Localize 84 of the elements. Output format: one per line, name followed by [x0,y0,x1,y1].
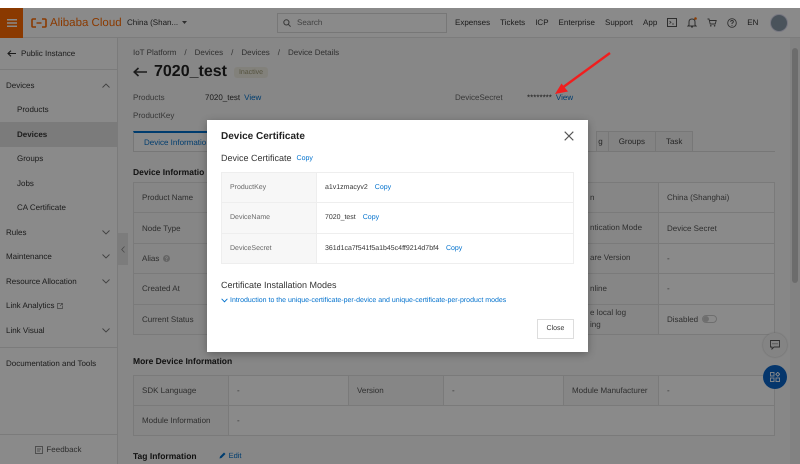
breadcrumb-separator: / [278,48,280,56]
tab[interactable]: Groups [608,131,656,151]
tab[interactable]: g [596,131,609,151]
nav-link[interactable]: Support [605,18,634,27]
table-cell: Device Secret [659,213,775,244]
menu-icon [6,18,16,26]
bell-icon[interactable] [687,17,698,28]
device-name: 7020_test [154,63,227,81]
feedback-button[interactable]: Feedback [35,445,82,454]
back-link[interactable]: Public Instance [0,38,117,70]
breadcrumb-link[interactable]: Devices [241,48,270,56]
breadcrumb-link[interactable]: Device Details [288,48,340,56]
cart-icon[interactable] [707,18,718,27]
search-field[interactable]: Search [277,12,447,32]
close-button[interactable] [564,131,574,141]
section-heading: Tag Information [133,450,197,461]
section-heading: Device Informatio [133,166,206,178]
breadcrumb-link[interactable]: Devices [194,48,224,56]
nav-item[interactable]: Link Analytics [6,301,64,310]
breadcrumb-separator: / [184,48,187,56]
tab[interactable]: Task [654,131,694,151]
table-cell: Module Information [134,406,229,436]
field-value: 7020_test [205,92,240,102]
dialog-title: Device Certificate [221,130,305,142]
nav-link[interactable]: Enterprise [558,18,595,27]
table-cell: China (Shanghai) [659,183,775,214]
chevron-down-icon [221,298,228,303]
field-label: DeviceSecret [455,92,504,102]
nav-subitem[interactable]: Devices [0,122,117,146]
nav-item[interactable]: Maintenance [0,244,117,269]
nav-item[interactable]: Documentation and Tools [0,352,117,376]
section-title: Device Certificate [221,153,292,163]
region-selector[interactable]: China (Shan... [125,18,188,27]
logo-icon [31,18,47,28]
view-link[interactable]: View [556,92,574,102]
external-link-icon [57,302,64,309]
breadcrumb-link[interactable]: IoT Platform [133,48,176,56]
nav-link[interactable]: Tickets [500,18,526,27]
nav-item[interactable]: Link Visual [0,318,117,342]
nav-item[interactable]: Rules [0,220,117,244]
help-icon[interactable] [727,18,738,28]
field-label: Products [133,92,166,102]
cell-label: Alias [142,254,160,263]
collapse-handle[interactable] [118,233,128,265]
nav-subitem[interactable]: CA Certificate [0,196,117,220]
back-arrow-icon[interactable] [133,67,147,77]
nav-subitem[interactable]: Jobs [0,171,117,196]
field-label: ProductKey [133,110,176,120]
nav-item[interactable]: Devices [0,73,117,98]
table-cell: - [659,274,775,305]
nav-link[interactable]: App [643,18,658,27]
caret-icon [182,21,188,24]
avatar[interactable] [770,14,788,32]
toggle-switch[interactable] [702,315,718,324]
nav-item[interactable]: Resource Allocation [0,269,117,294]
nav-link[interactable]: Expenses [455,18,490,27]
table-cell: - [659,244,775,274]
logo-text: Alibaba Cloud [50,16,122,28]
nav-subitem[interactable]: Groups [0,146,117,171]
close-icon [564,131,574,141]
table-cell: Version [349,376,444,406]
nav-subitem[interactable]: Products [0,98,117,122]
table-cell: - [229,406,775,436]
chat-button[interactable] [763,333,787,357]
apps-button[interactable] [763,365,787,389]
back-arrow-icon [7,50,16,57]
search-icon [283,18,291,26]
table-cell: SDK Language [134,376,229,406]
terminal-icon[interactable] [667,18,678,27]
menu-button[interactable] [0,8,23,38]
cell-value: Disabled [667,314,698,324]
feedback-icon [35,446,44,454]
chevron-left-icon [121,246,125,252]
pencil-icon [218,452,226,460]
breadcrumb-separator: / [231,48,234,56]
apps-icon [770,372,780,382]
field-value: ******** [527,92,552,102]
section-heading: More Device Information [133,354,234,367]
scrollbar[interactable] [790,38,800,464]
language-button[interactable]: EN [747,18,758,27]
nav-link[interactable]: ICP [535,18,549,27]
table-cell: Module Manufacturer [564,376,659,406]
view-link[interactable]: View [244,92,262,102]
chat-icon [770,340,780,350]
